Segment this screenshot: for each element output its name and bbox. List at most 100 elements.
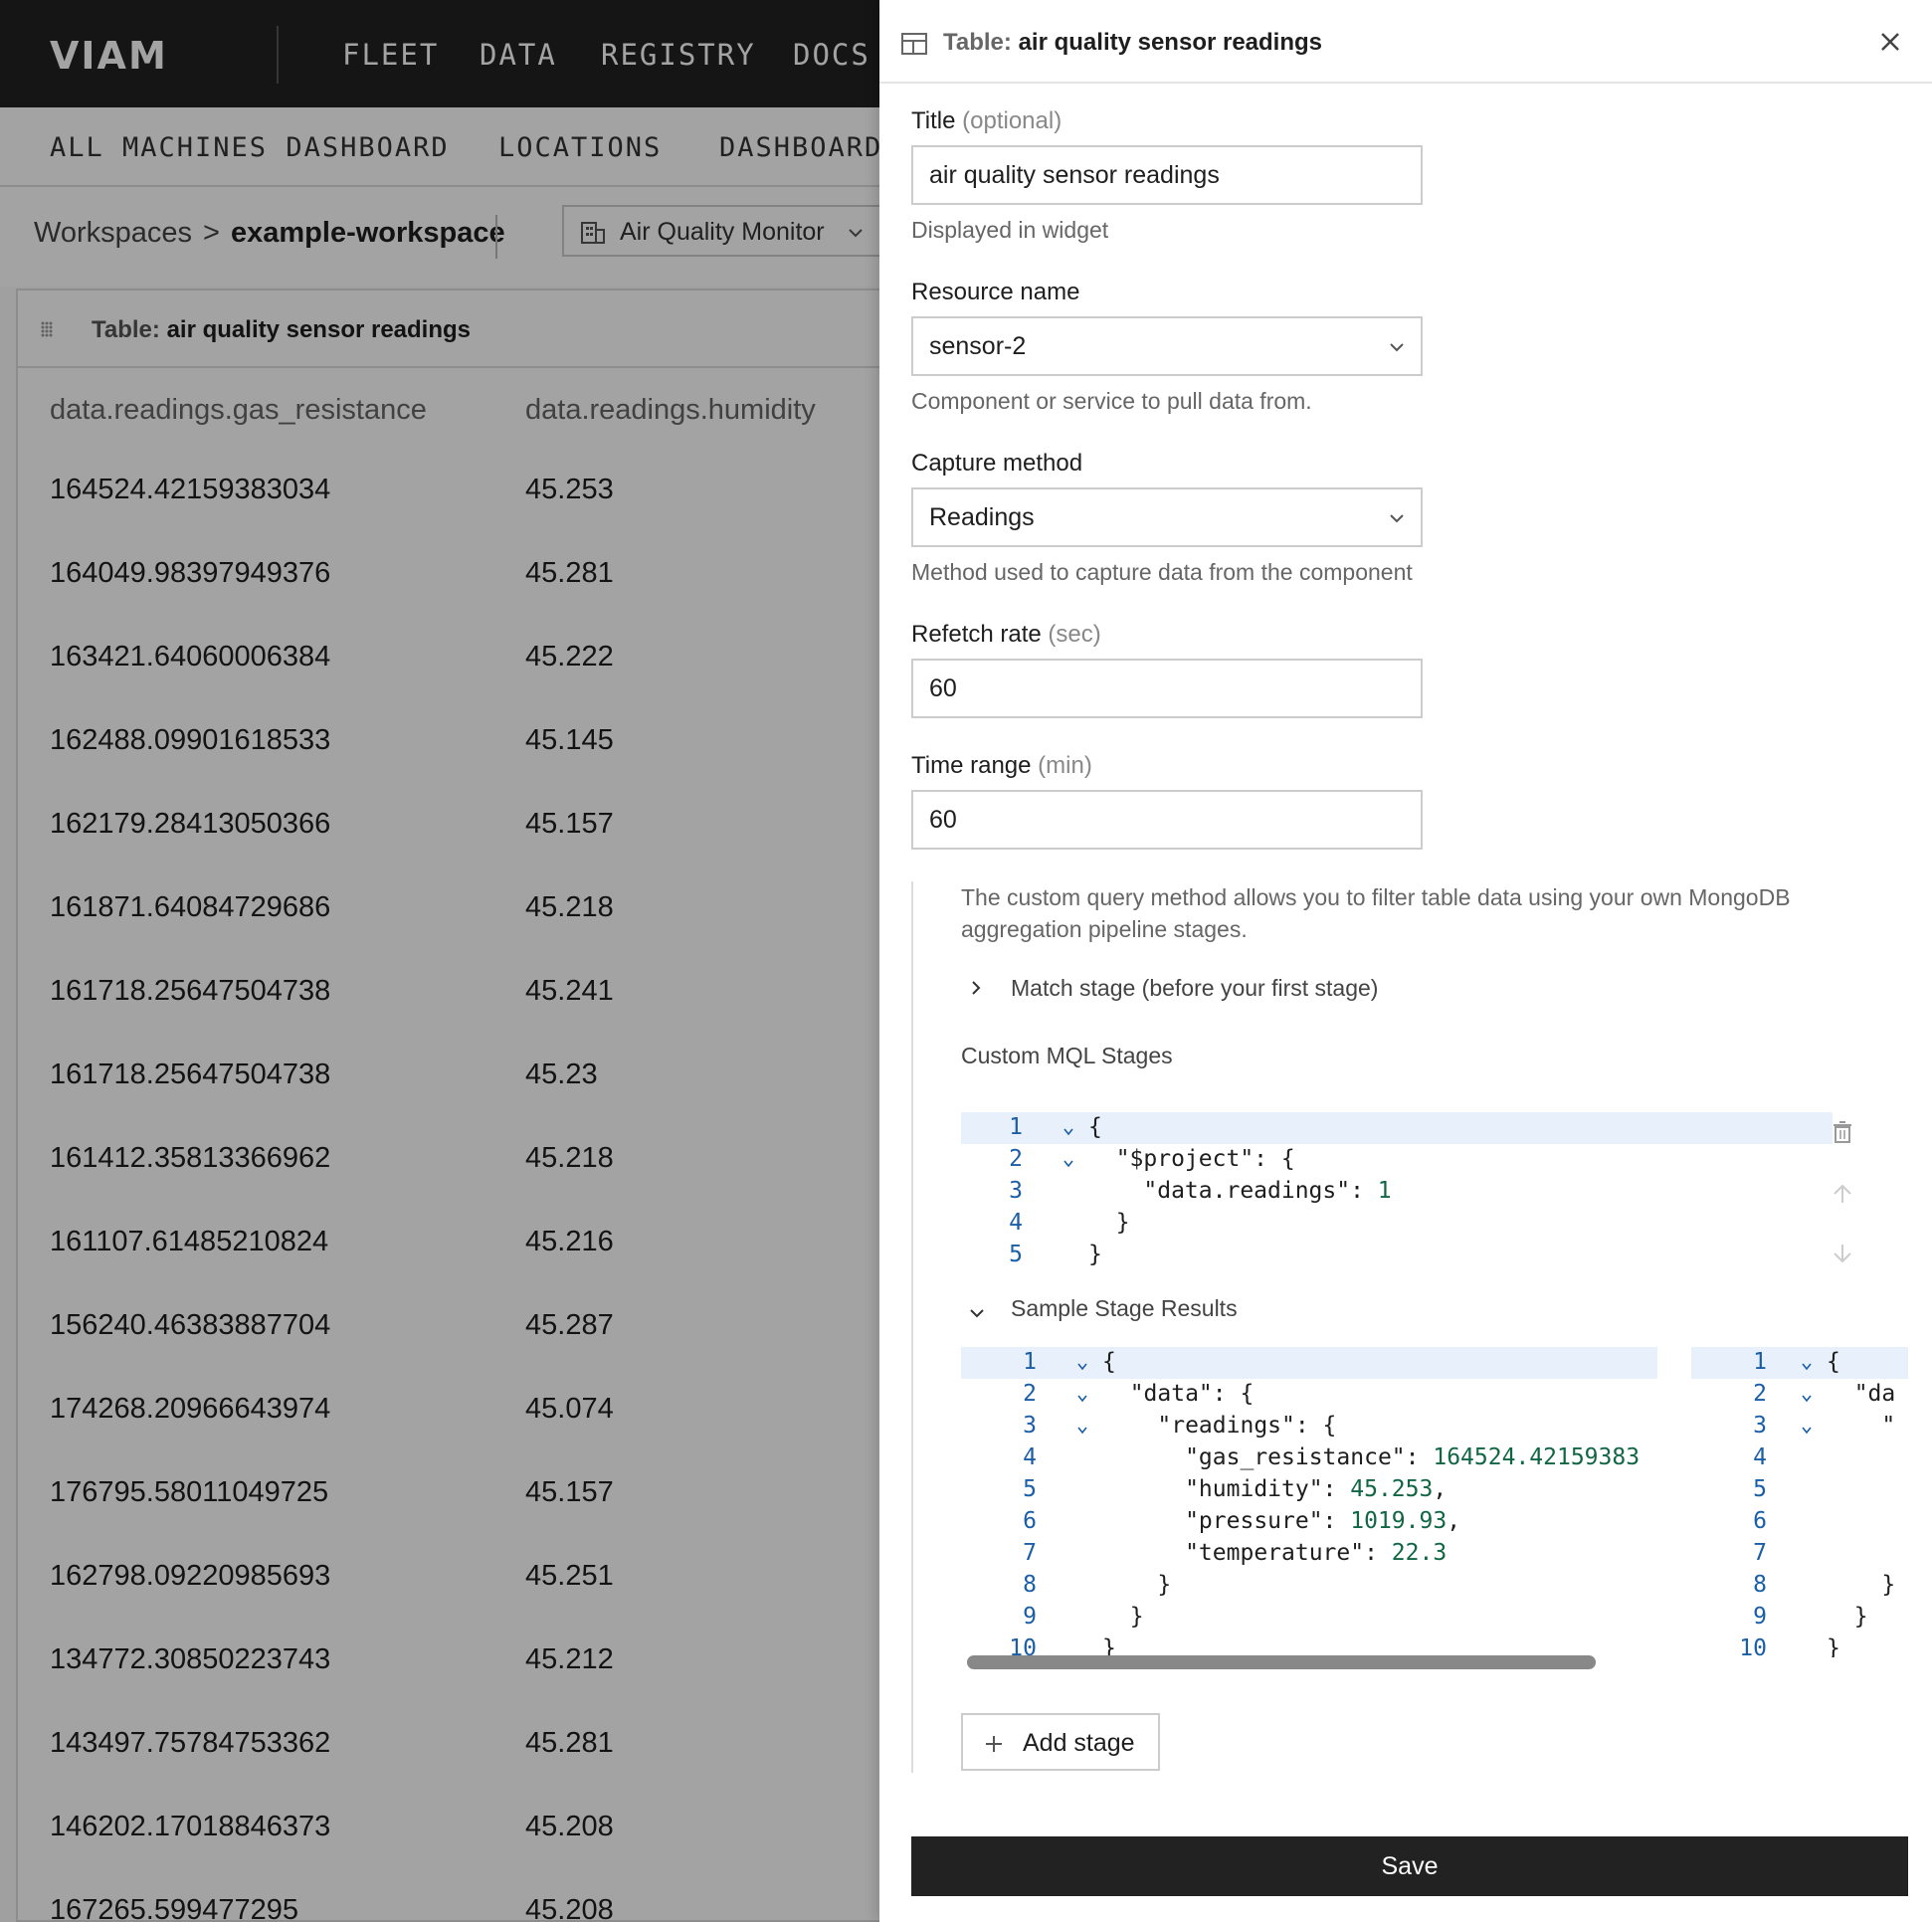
- title-label: Title (optional): [911, 107, 1062, 135]
- drawer-header: Table: air quality sensor readings: [879, 0, 1932, 84]
- code-line: "data": {: [1102, 1381, 1255, 1407]
- time-range-label-text: Time range: [911, 752, 1032, 779]
- fold-chevron-icon[interactable]: [1076, 1393, 1088, 1405]
- match-stage-toggle[interactable]: Match stage (before your first stage): [1011, 975, 1378, 1002]
- code-line: ": [1827, 1413, 1896, 1439]
- modal-overlay[interactable]: [0, 0, 879, 1922]
- line-number: 1: [1009, 1114, 1023, 1140]
- code-number: 1: [1377, 1178, 1392, 1204]
- capture-hint: Method used to capture data from the com…: [911, 559, 1413, 585]
- code-line: }: [1102, 1572, 1172, 1598]
- arrow-up-icon[interactable]: [1831, 1182, 1854, 1206]
- arrow-down-icon[interactable]: [1831, 1242, 1854, 1265]
- time-range-label: Time range (min): [911, 752, 1092, 780]
- line-number: 5: [1023, 1476, 1037, 1502]
- refetch-unit: (sec): [1048, 621, 1101, 648]
- capture-label: Capture method: [911, 450, 1083, 477]
- drawer-title: Table: air quality sensor readings: [943, 29, 1322, 57]
- table-icon: [901, 33, 927, 55]
- refetch-label: Refetch rate (sec): [911, 621, 1101, 649]
- active-line-highlight: [961, 1347, 1657, 1379]
- custom-query-description: The custom query method allows you to fi…: [961, 884, 1791, 942]
- resource-select[interactable]: sensor-2: [911, 316, 1423, 376]
- line-number: 7: [1023, 1540, 1037, 1566]
- stage-code-editor[interactable]: 1 {2 "$project": { 3 "data.readings": 1 4 }…: [961, 1112, 1833, 1277]
- line-number: 10: [1739, 1635, 1767, 1657]
- chevron-down-icon[interactable]: [969, 1305, 985, 1321]
- code-line: }: [1102, 1635, 1116, 1657]
- line-number: 2: [1753, 1381, 1767, 1407]
- code-line: }: [1102, 1604, 1144, 1630]
- drawer-title-name: air quality sensor readings: [1018, 29, 1323, 56]
- line-number: 8: [1023, 1572, 1037, 1598]
- line-number: 9: [1753, 1604, 1767, 1630]
- code-line: "data.readings": 1: [1088, 1178, 1392, 1204]
- chevron-right-icon[interactable]: [969, 981, 983, 995]
- code-number: 1019.93: [1350, 1508, 1448, 1534]
- code-key: "pressure":: [1102, 1508, 1351, 1534]
- line-number: 2: [1023, 1381, 1037, 1407]
- code-line: }: [1827, 1572, 1896, 1598]
- code-key: "temperature":: [1102, 1540, 1392, 1566]
- code-line: "gas_resistance": 164524.42159383: [1102, 1444, 1640, 1470]
- refetch-label-text: Refetch rate: [911, 621, 1042, 648]
- line-number: 1: [1753, 1349, 1767, 1375]
- line-number: 2: [1009, 1146, 1023, 1172]
- fold-chevron-icon[interactable]: [1801, 1361, 1813, 1373]
- time-range-input[interactable]: 60: [911, 790, 1423, 850]
- trash-icon[interactable]: [1831, 1120, 1854, 1144]
- line-number: 3: [1753, 1413, 1767, 1439]
- save-button[interactable]: Save: [911, 1836, 1908, 1896]
- line-number: 6: [1023, 1508, 1037, 1534]
- line-number: 1: [1023, 1349, 1037, 1375]
- line-number: 4: [1009, 1210, 1023, 1236]
- resource-hint: Component or service to pull data from.: [911, 388, 1312, 414]
- widget-config-drawer: Table: air quality sensor readings Title…: [879, 0, 1932, 1922]
- capture-select[interactable]: Readings: [911, 487, 1423, 547]
- fold-chevron-icon[interactable]: [1063, 1158, 1074, 1170]
- fold-chevron-icon[interactable]: [1801, 1425, 1813, 1437]
- chevron-down-icon: [1390, 514, 1404, 523]
- plus-icon: [986, 1736, 1002, 1752]
- code-line: }: [1827, 1635, 1840, 1657]
- fold-chevron-icon[interactable]: [1063, 1126, 1074, 1138]
- code-line: {: [1088, 1114, 1102, 1140]
- code-key: "humidity":: [1102, 1476, 1351, 1502]
- horizontal-scrollbar[interactable]: [967, 1655, 1596, 1669]
- fold-chevron-icon[interactable]: [1076, 1425, 1088, 1437]
- capture-select-value: Readings: [929, 503, 1035, 531]
- code-line: "humidity": 45.253,: [1102, 1476, 1447, 1502]
- code-number: 22.3: [1391, 1540, 1448, 1566]
- line-number: 6: [1753, 1508, 1767, 1534]
- line-number: 4: [1753, 1444, 1767, 1470]
- line-number: 5: [1009, 1242, 1023, 1267]
- add-stage-button[interactable]: Add stage: [961, 1713, 1160, 1771]
- title-input[interactable]: air quality sensor readings: [911, 145, 1423, 205]
- code-line: }: [1088, 1242, 1102, 1267]
- code-line: "$project": {: [1088, 1146, 1295, 1172]
- fold-chevron-icon[interactable]: [1801, 1393, 1813, 1405]
- code-number: 45.253: [1350, 1476, 1434, 1502]
- code-line: {: [1827, 1349, 1840, 1375]
- resource-select-value: sensor-2: [929, 332, 1027, 360]
- resource-label: Resource name: [911, 279, 1080, 305]
- code-line: "temperature": 22.3: [1102, 1540, 1447, 1566]
- line-number: 8: [1753, 1572, 1767, 1598]
- code-key: "data.readings":: [1088, 1178, 1378, 1204]
- sample-result-editor-right[interactable]: 1 {2 "da 3 " 4 5 6 7 8 } 9 } 10}: [1691, 1347, 1908, 1657]
- code-line: "pressure": 1019.93,: [1102, 1508, 1460, 1534]
- sample-results-toggle[interactable]: Sample Stage Results: [1011, 1295, 1238, 1322]
- line-number: 7: [1753, 1540, 1767, 1566]
- fold-chevron-icon[interactable]: [1076, 1361, 1088, 1373]
- sample-result-editor-left[interactable]: 1 {2 "data": {3 "readings": {4 "gas_resis…: [961, 1347, 1657, 1657]
- close-icon[interactable]: [1878, 30, 1902, 54]
- custom-query-section: The custom query method allows you to fi…: [911, 881, 1908, 1773]
- title-label-text: Title: [911, 107, 956, 134]
- code-punct: ,: [1433, 1476, 1448, 1502]
- line-number: 10: [1009, 1635, 1037, 1657]
- code-punct: ,: [1447, 1508, 1461, 1534]
- code-key: "gas_resistance":: [1102, 1444, 1434, 1470]
- refetch-input[interactable]: 60: [911, 659, 1423, 718]
- line-number: 3: [1009, 1178, 1023, 1204]
- add-stage-label: Add stage: [1023, 1729, 1135, 1757]
